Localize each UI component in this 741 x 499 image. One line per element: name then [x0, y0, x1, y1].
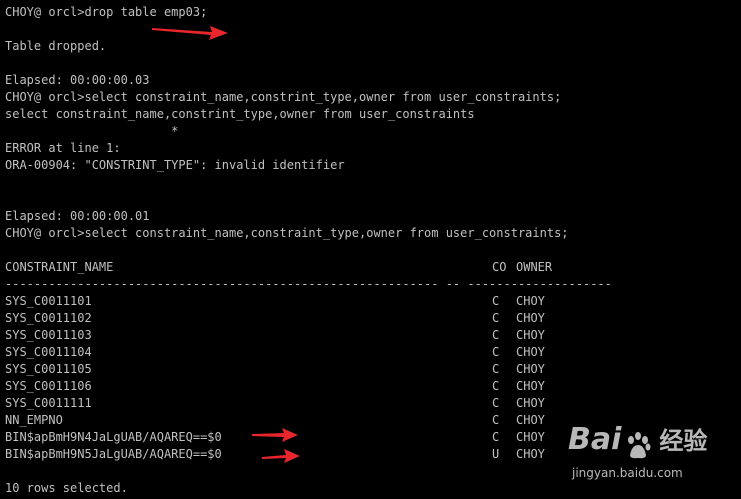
console-line: CHOY@ orcl>drop table emp03;: [5, 5, 208, 19]
arrow-icon: [252, 428, 298, 442]
cell-constraint-type: C: [492, 413, 500, 427]
cell-owner: CHOY: [516, 345, 545, 359]
cell-owner: CHOY: [516, 379, 545, 393]
console-line: Elapsed: 00:00:00.03: [5, 73, 150, 87]
cell-constraint-type: C: [492, 328, 500, 342]
cell-owner: CHOY: [516, 362, 545, 376]
cell-constraint-name: SYS_C0011104: [5, 345, 92, 359]
cell-constraint-name: SYS_C0011101: [5, 294, 92, 308]
watermark-url: jingyan.baidu.com: [572, 466, 683, 480]
cell-constraint-type: C: [492, 396, 500, 410]
jingyan-text: 经验: [659, 427, 708, 455]
cell-constraint-type: U: [492, 447, 500, 461]
baidu-logo: Bai 经验: [568, 418, 707, 466]
cell-owner: CHOY: [516, 413, 545, 427]
console-line: Table dropped.: [5, 39, 107, 53]
cell-constraint-type: C: [492, 294, 500, 308]
cell-constraint-name: SYS_C0011102: [5, 311, 92, 325]
arrow-icon: [152, 26, 228, 40]
cell-owner: CHOY: [516, 447, 545, 461]
console-line: CHOY@ orcl>select constraint_name,constr…: [5, 226, 569, 240]
console-line: Elapsed: 00:00:00.01: [5, 209, 150, 223]
baidu-watermark: Bai 经验 jingyan.baidu.com: [568, 418, 736, 494]
cell-constraint-name: BIN$apBmH9N4JaLgUAB/AQAREQ==$0: [5, 430, 222, 444]
cell-constraint-type: C: [492, 311, 500, 325]
cell-constraint-name: SYS_C0011103: [5, 328, 92, 342]
cell-constraint-type: C: [492, 430, 500, 444]
cell-owner: CHOY: [516, 328, 545, 342]
cell-constraint-name: BIN$apBmH9N5JaLgUAB/AQAREQ==$0: [5, 447, 222, 461]
cell-constraint-name: SYS_C0011111: [5, 396, 92, 410]
cell-constraint-type: C: [492, 379, 500, 393]
console-line: *: [5, 124, 179, 138]
console-line: CHOY@ orcl>select constraint_name,constr…: [5, 90, 562, 104]
footer-line: 10 rows selected.: [5, 481, 128, 495]
cell-owner: CHOY: [516, 294, 545, 308]
console-line: ----------------------------------------…: [5, 277, 612, 291]
cell-constraint-name: SYS_C0011106: [5, 379, 92, 393]
console-line: select constraint_name,constrint_type,ow…: [5, 107, 475, 121]
header-owner: OWNER: [516, 260, 553, 274]
cell-owner: CHOY: [516, 311, 545, 325]
cell-owner: CHOY: [516, 396, 545, 410]
cell-constraint-name: NN_EMPNO: [5, 413, 63, 427]
arrow-icon: [262, 449, 300, 463]
baidu-logo-text: Bai: [568, 422, 622, 457]
console-line: ERROR at line 1:: [5, 141, 121, 155]
cell-constraint-type: C: [492, 345, 500, 359]
paw-icon: [628, 431, 651, 458]
terminal-window[interactable]: CHOY@ orcl>drop table emp03; Table droppe…: [0, 0, 741, 499]
header-constraint-name: CONSTRAINT_NAME: [5, 260, 114, 274]
cell-constraint-type: C: [492, 362, 500, 376]
cell-constraint-name: SYS_C0011105: [5, 362, 92, 376]
cell-owner: CHOY: [516, 430, 545, 444]
header-constraint-type: CO: [492, 260, 507, 274]
console-line: ORA-00904: "CONSTRINT_TYPE": invalid ide…: [5, 158, 345, 172]
